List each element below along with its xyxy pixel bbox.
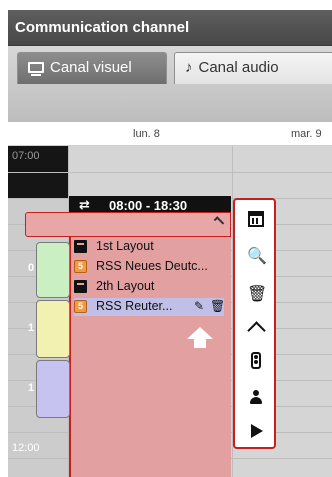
tab-bar: Canal visuel ♪ Canal audio [8,46,332,122]
day-header: lun. 8 mar. 9 [8,122,332,146]
calendar-icon[interactable] [247,210,265,228]
layout-label: RSS Neues Deutc... [96,259,208,273]
day-label-monday: lun. 8 [133,128,160,140]
collapse-bar[interactable] [25,212,231,237]
communication-channel-window: Communication channel Canal visuel ♪ Cana… [0,0,332,477]
tab-canal-audio[interactable]: ♪ Canal audio [174,52,332,84]
layout-label: 1st Layout [96,239,154,253]
trash-icon[interactable]: 🗑 [210,299,225,313]
day-label-tuesday: mar. 9 [291,128,322,140]
rss-icon: 5 [74,260,87,273]
side-label: 1 [28,382,35,394]
side-label: 1 [28,322,35,334]
layout-item-selected[interactable]: 5 RSS Reuter... ✎ 🗑 [74,298,225,316]
swap-arrows-icon[interactable]: ⇄ [79,197,90,213]
play-icon[interactable] [247,422,265,440]
layout-label: RSS Reuter... [96,299,173,313]
rss-icon: 5 [74,300,87,313]
collapse-icon[interactable] [247,319,265,337]
zoom-in-icon[interactable]: 🔍 [247,248,267,266]
window-title: Communication channel [15,19,190,36]
tab-label: Canal visuel [50,59,132,76]
tab-canal-visuel[interactable]: Canal visuel [17,52,167,84]
layout-icon [74,280,87,293]
title-bar: Communication channel [8,10,332,46]
green-slot-block[interactable] [36,242,70,298]
arrow-up-stem [194,339,206,348]
pencil-icon[interactable]: ✎ [194,299,204,313]
chevron-up-icon[interactable] [213,216,225,227]
yellow-slot-block[interactable] [36,300,70,358]
time-label-1200: 12:00 [12,442,40,454]
purple-slot-block[interactable] [36,360,70,418]
layout-label: 2th Layout [96,279,155,293]
trash-icon[interactable]: 🗑 [247,286,267,304]
side-label: 0 [28,262,35,274]
tab-label: Canal audio [198,59,279,76]
event-toolbar: 🔍 🗑 [233,198,276,449]
music-note-icon: ♪ [185,59,193,76]
layout-icon [74,240,87,253]
event-time-range: 08:00 - 18:30 [109,198,188,213]
arrow-up-icon [187,327,213,339]
traffic-light-icon[interactable] [247,352,265,370]
time-label-0700: 07:00 [12,150,40,162]
user-icon[interactable] [247,388,265,406]
monitor-icon [28,59,44,76]
grid-line [8,172,332,173]
